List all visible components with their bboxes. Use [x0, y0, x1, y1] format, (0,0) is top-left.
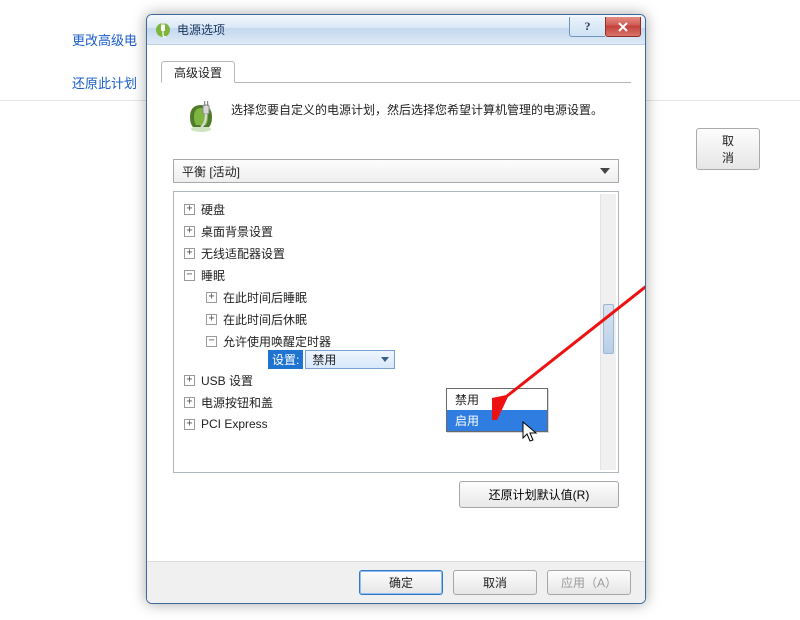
- expander-icon[interactable]: [184, 204, 195, 215]
- tree-node-hibernate-after[interactable]: 在此时间后休眠: [204, 308, 614, 330]
- tree-label: 电源按钮和盖: [201, 394, 273, 411]
- power-plan-icon: [183, 99, 219, 135]
- chevron-down-icon: [600, 168, 610, 174]
- tree-label: PCI Express: [201, 417, 268, 431]
- expander-icon[interactable]: [206, 292, 217, 303]
- expander-icon[interactable]: [184, 248, 195, 259]
- expander-icon[interactable]: [184, 270, 195, 281]
- restore-defaults-button[interactable]: 还原计划默认值(R): [459, 481, 619, 508]
- tree-label: 在此时间后睡眠: [223, 289, 307, 306]
- tree-node-power-buttons[interactable]: 电源按钮和盖: [182, 391, 614, 413]
- help-icon: ?: [585, 19, 591, 34]
- tree-node-wake-timers[interactable]: 允许使用唤醒定时器: [204, 330, 614, 352]
- bg-link-change-advanced[interactable]: 更改高级电: [72, 30, 137, 49]
- ok-button[interactable]: 确定: [359, 570, 443, 595]
- expander-icon[interactable]: [206, 314, 217, 325]
- expander-icon[interactable]: [184, 226, 195, 237]
- help-button[interactable]: ?: [569, 17, 605, 37]
- combo-selected-value: 禁用: [312, 351, 336, 368]
- tree-label: 无线适配器设置: [201, 245, 285, 262]
- bg-link-restore-plan[interactable]: 还原此计划: [72, 73, 137, 92]
- power-plug-icon: [155, 22, 171, 38]
- scrollbar-thumb[interactable]: [603, 304, 614, 354]
- tree-node-sleep-after[interactable]: 在此时间后睡眠: [204, 286, 614, 308]
- tree-label: USB 设置: [201, 372, 253, 389]
- tab-advanced-settings[interactable]: 高级设置: [161, 61, 235, 83]
- expander-icon[interactable]: [184, 397, 195, 408]
- expander-icon[interactable]: [206, 336, 217, 347]
- close-icon: [617, 21, 629, 33]
- settings-tree: 硬盘 桌面背景设置 无线适配器设置 睡眠 在此时间后睡眠: [173, 191, 619, 473]
- tree-label: 允许使用唤醒定时器: [223, 333, 331, 350]
- apply-button[interactable]: 应用（A）: [547, 570, 631, 595]
- power-plan-dropdown[interactable]: 平衡 [活动]: [173, 159, 619, 183]
- titlebar[interactable]: 电源选项 ?: [147, 15, 645, 45]
- tree-node-usb[interactable]: USB 设置: [182, 369, 614, 391]
- tree-label: 睡眠: [201, 267, 225, 284]
- dialog-description: 选择您要自定义的电源计划，然后选择您希望计算机管理的电源设置。: [231, 99, 603, 135]
- tree-label: 硬盘: [201, 201, 225, 218]
- close-button[interactable]: [605, 17, 641, 37]
- wake-timer-setting-row: 设置: 禁用: [268, 350, 614, 369]
- wake-timer-combo[interactable]: 禁用: [305, 350, 395, 369]
- power-options-dialog: 电源选项 ? 高级设置 选择您要自定义的电源计划，然后选择您希: [146, 14, 646, 604]
- tree-label: 桌面背景设置: [201, 223, 273, 240]
- tree-label: 在此时间后休眠: [223, 311, 307, 328]
- setting-label: 设置:: [268, 350, 303, 369]
- dialog-title: 电源选项: [177, 21, 569, 38]
- dialog-action-bar: 确定 取消 应用（A）: [147, 561, 645, 603]
- tree-node-wireless[interactable]: 无线适配器设置: [182, 242, 614, 264]
- tree-node-desktop-bg[interactable]: 桌面背景设置: [182, 220, 614, 242]
- tabstrip: 高级设置: [161, 57, 631, 83]
- cancel-button[interactable]: 取消: [453, 570, 537, 595]
- chevron-down-icon: [381, 357, 389, 362]
- tree-node-sleep[interactable]: 睡眠: [182, 264, 614, 286]
- expander-icon[interactable]: [184, 375, 195, 386]
- power-plan-selected: 平衡 [活动]: [182, 163, 240, 180]
- bg-cancel-button[interactable]: 取消: [696, 128, 760, 170]
- cursor-icon: [522, 421, 542, 445]
- dialog-content: 高级设置 选择您要自定义的电源计划，然后选择您希望计算机管理的电源设置。 平衡 …: [147, 45, 645, 603]
- expander-icon[interactable]: [184, 419, 195, 430]
- dropdown-option-disable[interactable]: 禁用: [447, 389, 547, 410]
- tree-node-pci-express[interactable]: PCI Express: [182, 413, 614, 435]
- tree-scrollbar[interactable]: [600, 194, 616, 470]
- tree-node-hdd[interactable]: 硬盘: [182, 198, 614, 220]
